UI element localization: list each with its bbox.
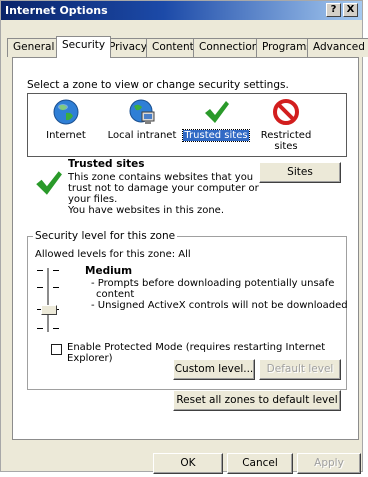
internet-options-window: Internet Options ? X General Security Pr… xyxy=(0,0,368,474)
reset-all-zones-button[interactable]: Reset all zones to default level xyxy=(173,390,341,411)
checkmark-icon xyxy=(205,101,229,123)
zone-list: Internet Local intranet Trusted sites Re… xyxy=(27,93,347,157)
default-level-button[interactable]: Default level xyxy=(259,359,341,380)
level-description: - Prompts before downloading potentially… xyxy=(91,278,348,311)
globe-icon xyxy=(53,99,79,125)
protected-mode-checkbox[interactable] xyxy=(51,344,62,355)
security-level-label: Security level for this zone xyxy=(33,230,178,242)
ok-button[interactable]: OK xyxy=(153,453,223,474)
cancel-button[interactable]: Cancel xyxy=(227,453,293,474)
zone-restricted-sites[interactable]: Restricted sites xyxy=(250,96,322,154)
no-entry-icon xyxy=(273,99,299,125)
title-bar[interactable]: Internet Options ? X xyxy=(1,1,362,20)
zone-instruction: Select a zone to view or change security… xyxy=(27,79,289,91)
tab-general[interactable]: General xyxy=(7,38,61,57)
help-button[interactable]: ? xyxy=(326,3,341,17)
slider-track xyxy=(47,268,50,332)
security-level-slider[interactable] xyxy=(33,266,63,336)
zone-internet[interactable]: Internet xyxy=(30,96,102,154)
zone-trusted-sites[interactable]: Trusted sites xyxy=(180,96,252,154)
trusted-zone-checkmark-icon xyxy=(36,171,62,195)
tab-security[interactable]: Security xyxy=(56,36,112,58)
zone-info-description: This zone contains websites that you tru… xyxy=(68,172,259,216)
allowed-levels-text: Allowed levels for this zone: All xyxy=(35,249,191,260)
zone-internet-label: Internet xyxy=(46,130,86,141)
tab-content[interactable]: Content xyxy=(146,38,200,57)
level-name: Medium xyxy=(85,265,133,277)
close-button[interactable]: X xyxy=(343,3,358,17)
zone-info-title: Trusted sites xyxy=(68,158,145,170)
intranet-icon xyxy=(129,99,155,124)
slider-thumb[interactable] xyxy=(41,305,57,315)
tab-advanced[interactable]: Advanced xyxy=(307,38,368,57)
window-title: Internet Options xyxy=(5,4,108,17)
zone-trusted-sites-label: Trusted sites xyxy=(182,129,250,142)
zone-local-intranet[interactable]: Local intranet xyxy=(106,96,178,154)
custom-level-button[interactable]: Custom level... xyxy=(173,359,255,380)
sites-button[interactable]: Sites xyxy=(259,162,341,183)
security-panel: Select a zone to view or change security… xyxy=(12,57,359,440)
zone-local-intranet-label: Local intranet xyxy=(107,130,177,141)
zone-restricted-sites-label: Restricted sites xyxy=(260,130,312,152)
apply-button[interactable]: Apply xyxy=(297,453,361,474)
